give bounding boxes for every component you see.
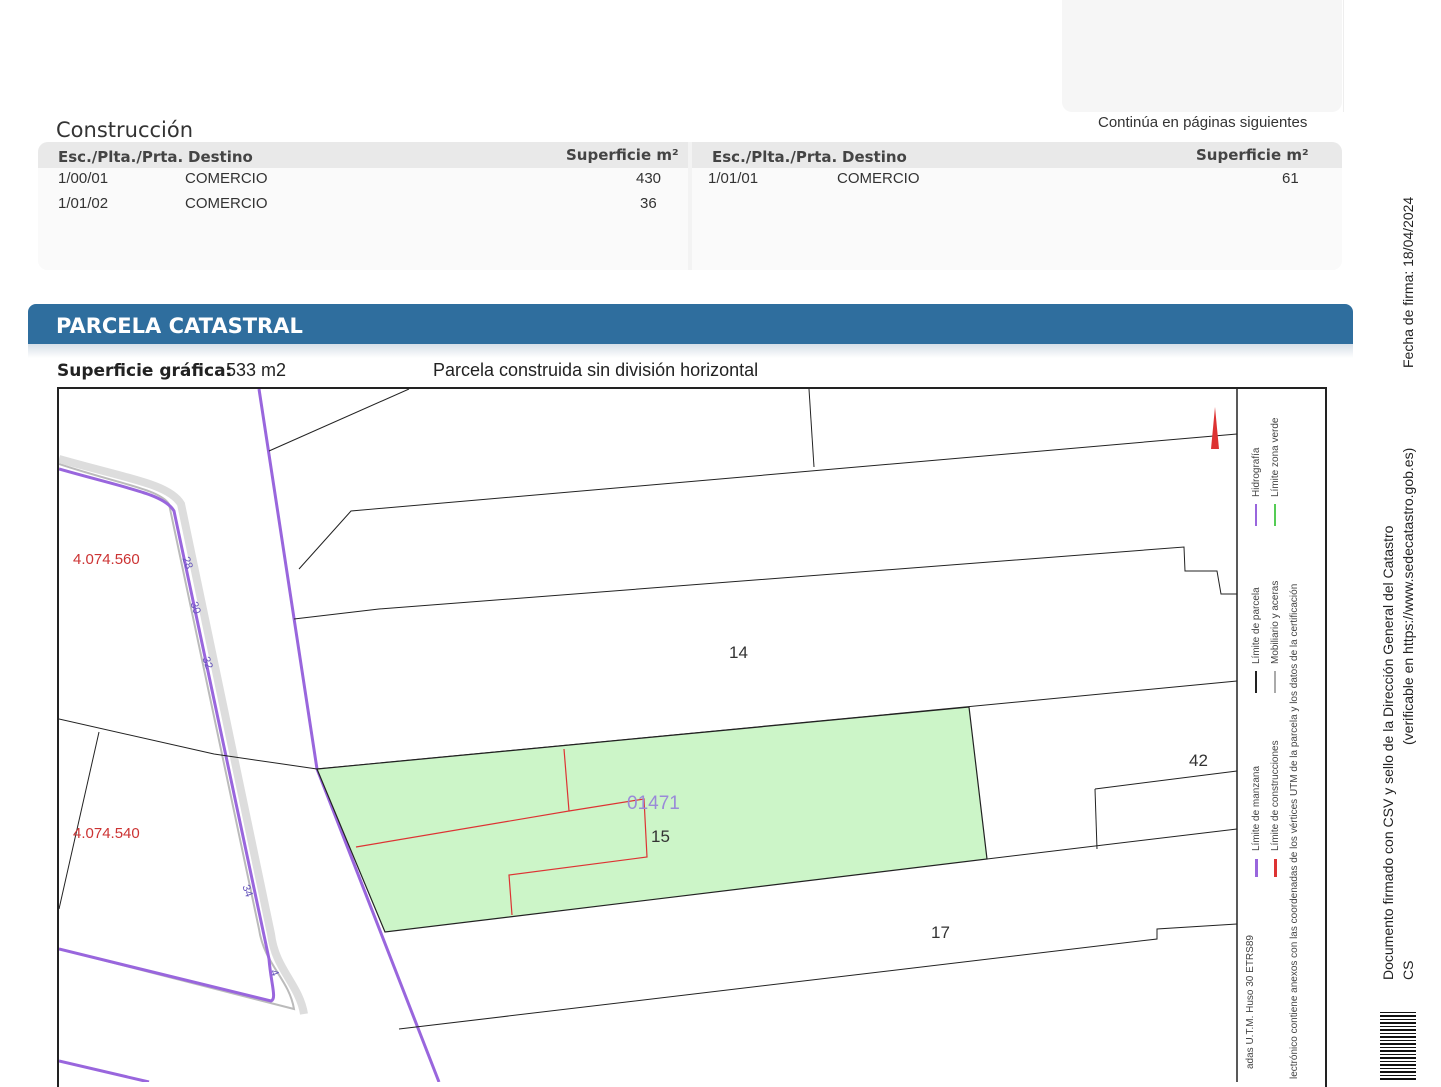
table-cell-superficie: 61 <box>1282 170 1299 187</box>
table-cell-esc: 1/00/01 <box>58 170 109 187</box>
parcel-boundary <box>268 389 410 452</box>
sidewalk-line <box>59 463 296 1011</box>
header-destino: Destino <box>842 148 907 166</box>
header-superficie: Superficie m² <box>566 146 679 164</box>
signature-date: Fecha de firma: 18/04/2024 <box>1400 196 1416 368</box>
coord-label: 4.074.540 <box>73 825 140 842</box>
hydrography-line <box>59 1059 150 1082</box>
parcel-boundary <box>59 731 100 910</box>
legend-item: Límite de manzana <box>1251 765 1262 851</box>
header-destino: Destino <box>188 148 253 166</box>
header-superficie: Superficie m² <box>1196 146 1309 164</box>
construccion-table: Esc./Plta./Prta. Destino Superficie m² 1… <box>38 142 1342 270</box>
table-cell-destino: COMERCIO <box>837 170 920 187</box>
legend-item: Límite de construcciones <box>1270 740 1281 851</box>
construccion-title: Construcción <box>56 118 194 142</box>
cadastral-map: 4.074.560 4.074.540 14 15 17 42 01471 28… <box>57 387 1327 1087</box>
parcel-boundary <box>59 718 318 770</box>
parcel-number-15: 15 <box>651 827 670 846</box>
map-svg <box>59 389 1277 1082</box>
parcela-title: PARCELA CATASTRAL <box>56 314 303 338</box>
signature-line: Documento firmado con CSV y sello de la … <box>1380 525 1396 980</box>
table-cell-superficie: 36 <box>640 195 657 212</box>
table-cell-destino: COMERCIO <box>185 195 268 212</box>
continua-note: Continúa en páginas siguientes <box>1098 114 1308 131</box>
parcel-number-14: 14 <box>729 643 748 662</box>
superficie-grafica-value: 533 m2 <box>226 360 287 380</box>
table-cell-esc: 1/01/02 <box>58 195 109 212</box>
header-escalera: Esc./Plta./Prta. <box>712 148 838 166</box>
csv-label: CS <box>1400 960 1416 980</box>
north-arrow-icon <box>1211 407 1219 449</box>
legend-note: lectrónico contiene anexos con las coord… <box>1289 583 1300 1079</box>
parcel-boundary <box>293 546 1237 620</box>
header-escalera: Esc./Plta./Prta. <box>58 148 184 166</box>
legend-item: Hidrografía <box>1251 447 1262 497</box>
hydrography-line <box>59 467 276 1003</box>
band-shadow <box>28 344 1353 358</box>
parcel-number-17: 17 <box>931 923 950 942</box>
barcode-icon <box>1380 1012 1416 1080</box>
construccion-table-left: Esc./Plta./Prta. Destino Superficie m² 1… <box>38 142 688 270</box>
verification-url: (verificable en https://www.sedecatastro… <box>1400 447 1416 745</box>
construccion-table-right: Esc./Plta./Prta. Destino Superficie m² 1… <box>692 142 1342 270</box>
parcel-boundary <box>298 433 1238 570</box>
coord-label: 4.074.560 <box>73 551 140 568</box>
legend-swatch-construcciones <box>1274 859 1277 877</box>
table-cell-destino: COMERCIO <box>185 170 268 187</box>
parcel-number-42: 42 <box>1189 751 1208 770</box>
parcel-boundary <box>808 389 815 468</box>
parcela-note: Parcela construida sin división horizont… <box>433 360 759 380</box>
top-section-side-panel <box>1062 0 1342 112</box>
superficie-grafica-label: Superficie gráfica: <box>57 361 233 381</box>
parcel-boundary <box>986 828 1238 860</box>
legend-item: Límite zona verde <box>1270 417 1281 498</box>
parcel-boundary <box>1094 788 1098 850</box>
table-cell-esc: 1/01/01 <box>708 170 759 187</box>
cadastral-reference: 01471 <box>627 793 680 814</box>
table-cell-superficie: 430 <box>636 170 662 187</box>
signature-text: Documento firmado con CSV y sello de la … <box>1380 280 1396 980</box>
highlighted-parcel <box>316 706 988 933</box>
parcel-boundary <box>1094 770 1238 790</box>
parcel-boundary <box>398 923 1238 1030</box>
